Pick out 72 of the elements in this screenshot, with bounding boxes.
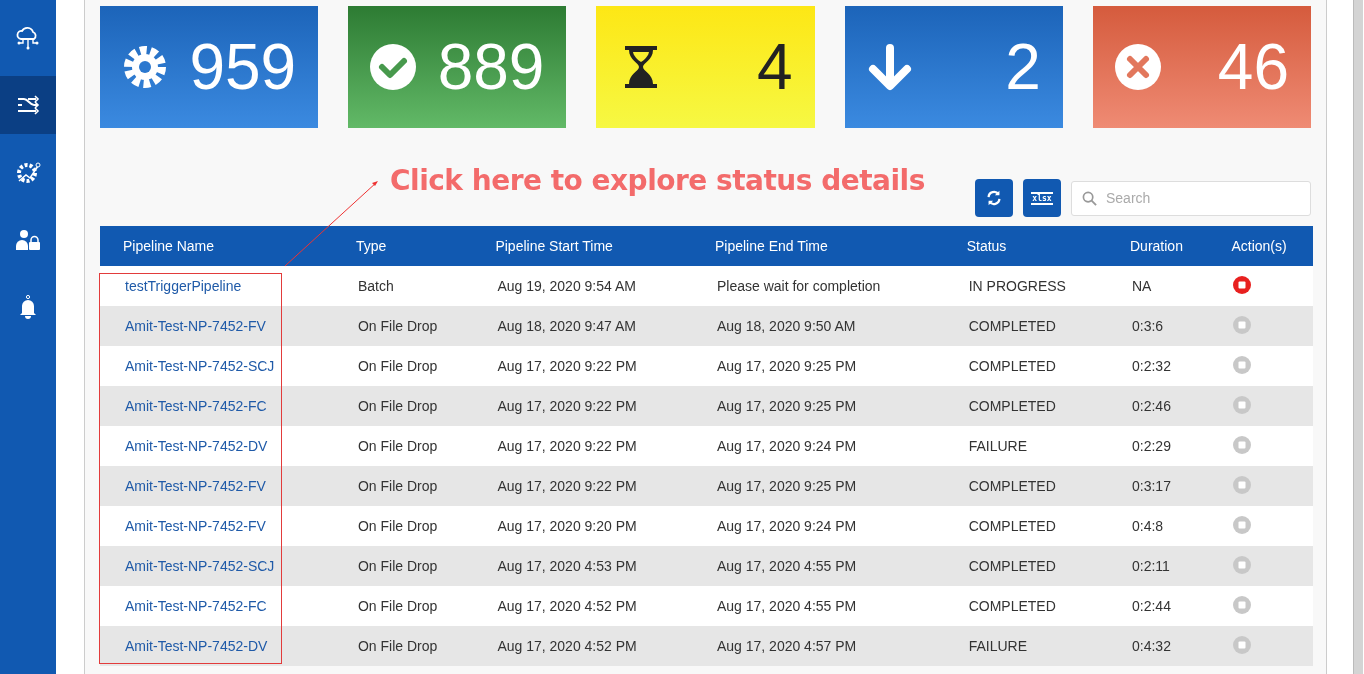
- table-cell: On File Drop: [332, 426, 473, 466]
- table-cell: 0:2:46: [1107, 386, 1209, 426]
- table-cell: COMPLETED: [943, 306, 1107, 346]
- table-cell: FAILURE: [943, 626, 1107, 666]
- column-header: Status: [943, 226, 1107, 266]
- column-header: Pipeline Name: [100, 226, 333, 266]
- table-cell: Aug 17, 2020 9:25 PM: [691, 386, 944, 426]
- table-cell: 0:2:11: [1107, 546, 1209, 586]
- sidebar-item[interactable]: [0, 76, 56, 134]
- table-cell: Aug 17, 2020 9:25 PM: [691, 346, 944, 386]
- table-cell: 0:3:17: [1107, 466, 1209, 506]
- table-cell: 0:3:6: [1107, 306, 1209, 346]
- stat-count: 889: [437, 30, 545, 104]
- table-cell: On File Drop: [332, 506, 473, 546]
- table-cell: On File Drop: [332, 586, 473, 626]
- table-cell: IN PROGRESS: [943, 266, 1107, 306]
- table-cell: COMPLETED: [943, 506, 1107, 546]
- stat-count: 959: [189, 30, 297, 104]
- table-cell: Aug 17, 2020 4:55 PM: [691, 546, 944, 586]
- table-cell: On File Drop: [332, 626, 473, 666]
- table-cell: FAILURE: [943, 426, 1107, 466]
- table-cell: 0:2:29: [1107, 426, 1209, 466]
- table-cell: COMPLETED: [943, 586, 1107, 626]
- x-circle-icon: [1112, 42, 1163, 92]
- table-cell: On File Drop: [332, 546, 473, 586]
- table-cell: Batch: [332, 266, 473, 306]
- table-cell: COMPLETED: [943, 386, 1107, 426]
- table-cell: Aug 17, 2020 4:52 PM: [472, 626, 692, 666]
- table-cell: On File Drop: [332, 386, 473, 426]
- table-cell: Aug 18, 2020 9:50 AM: [691, 306, 944, 346]
- scrollbar[interactable]: [1353, 0, 1363, 674]
- table-cell: Aug 17, 2020 4:55 PM: [691, 586, 944, 626]
- table-cell: 0:4:8: [1107, 506, 1209, 546]
- table-cell: Aug 17, 2020 4:53 PM: [472, 546, 692, 586]
- stat-count: 4: [757, 30, 793, 104]
- table-cell: Aug 17, 2020 9:22 PM: [472, 426, 692, 466]
- table-cell: Aug 17, 2020 9:22 PM: [472, 386, 692, 426]
- table-cell: On File Drop: [332, 346, 473, 386]
- table-cell: Aug 17, 2020 9:25 PM: [691, 466, 944, 506]
- table-cell: Aug 19, 2020 9:54 AM: [472, 266, 692, 306]
- table-cell: COMPLETED: [943, 346, 1107, 386]
- column-header: Type: [332, 226, 473, 266]
- column-header: Pipeline End Time: [691, 226, 944, 266]
- search-field[interactable]: Search: [1071, 180, 1311, 216]
- table-cell: Aug 18, 2020 9:47 AM: [472, 306, 692, 346]
- stat-count: 46: [1217, 30, 1289, 104]
- table-cell: Aug 17, 2020 9:22 PM: [472, 346, 692, 386]
- table-cell: On File Drop: [332, 306, 473, 346]
- table-cell: Aug 17, 2020 4:52 PM: [472, 586, 692, 626]
- export-button[interactable]: xlsx: [1023, 179, 1061, 217]
- table-cell: 0:4:32: [1107, 626, 1209, 666]
- stop-button[interactable]: [1233, 275, 1252, 294]
- annotation-text: Click here to explore status details: [390, 164, 925, 197]
- table-cell: Aug 17, 2020 4:57 PM: [691, 626, 944, 666]
- table-cell: Please wait for completion: [691, 266, 944, 306]
- table-cell: 0:2:32: [1107, 346, 1209, 386]
- table-cell: Aug 17, 2020 9:24 PM: [691, 426, 944, 466]
- table-cell: 0:2:44: [1107, 586, 1209, 626]
- table-cell: On File Drop: [332, 466, 473, 506]
- stat-count: 2: [1005, 30, 1041, 104]
- refresh-icon: [985, 189, 1003, 207]
- table-cell: NA: [1107, 266, 1209, 306]
- column-header: Pipeline Start Time: [472, 226, 692, 266]
- refresh-button[interactable]: [975, 179, 1013, 217]
- column-header: Action(s): [1208, 226, 1313, 266]
- check-circle-icon: [368, 42, 419, 92]
- table-cell: Aug 17, 2020 9:24 PM: [691, 506, 944, 546]
- table-cell: Aug 17, 2020 9:22 PM: [472, 466, 692, 506]
- table-cell: COMPLETED: [943, 546, 1107, 586]
- column-header: Duration: [1107, 226, 1209, 266]
- table-cell: COMPLETED: [943, 466, 1107, 506]
- table-cell: Aug 17, 2020 9:20 PM: [472, 506, 692, 546]
